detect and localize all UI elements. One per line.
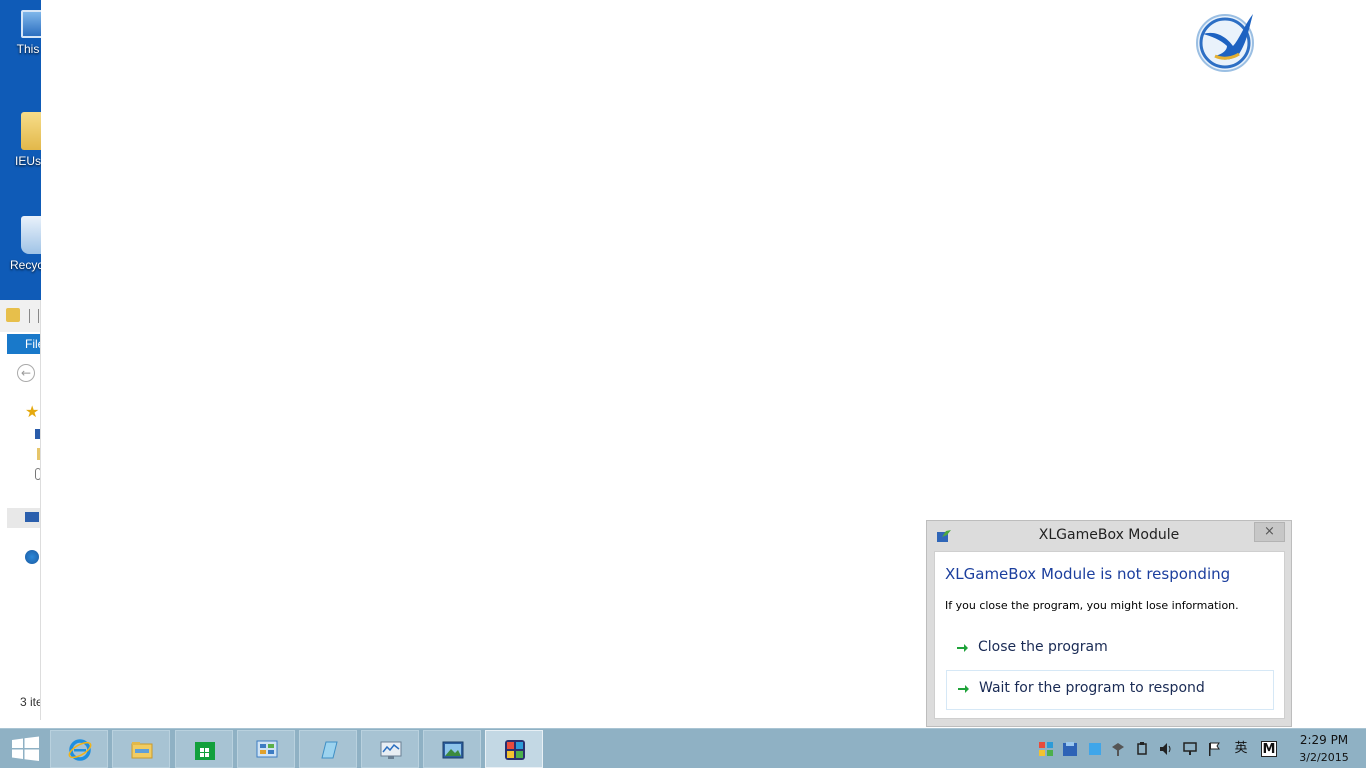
app-tray-icon[interactable]: [1062, 741, 1078, 757]
start-button[interactable]: [0, 729, 50, 768]
file-explorer-window: File ← ★ 3 ite: [0, 300, 41, 720]
taskbar-control-panel[interactable]: [237, 730, 295, 768]
dialog-body: XLGameBox Module is not responding If yo…: [934, 551, 1285, 719]
status-bar-item-count: 3 ite: [20, 695, 41, 709]
clock-date: 3/2/2015: [1299, 751, 1349, 764]
computer-icon: [25, 512, 39, 522]
bird-logo-icon: [1196, 14, 1254, 72]
monitor-icon: [380, 741, 402, 759]
taskbar-file-explorer[interactable]: [112, 730, 170, 768]
folder-icon: [131, 742, 153, 759]
windows-logo-icon: [12, 736, 39, 761]
taskbar-internet-explorer[interactable]: [50, 730, 108, 768]
folder-icon: [6, 308, 20, 322]
dialog-info-text: If you close the program, you might lose…: [945, 599, 1239, 612]
computer-icon: [21, 10, 41, 38]
green-arrow-icon: [957, 644, 968, 652]
divider: [29, 309, 30, 323]
picture-icon: [442, 741, 464, 759]
games-tray-icon[interactable]: [1038, 741, 1054, 757]
control-panel-icon: [256, 740, 278, 758]
notepad-icon: [321, 741, 338, 759]
close-program-option[interactable]: Close the program: [946, 630, 1274, 670]
user-folder-icon: [21, 112, 41, 150]
taskbar-xlgamebox[interactable]: [485, 730, 543, 768]
ribbon: File: [0, 332, 40, 354]
explorer-titlebar: [0, 300, 40, 332]
recycle-bin-icon: [21, 216, 41, 254]
back-arrow-icon[interactable]: ←: [17, 364, 35, 382]
gamebox-icon: [505, 740, 525, 760]
volume-icon[interactable]: [1158, 741, 1174, 757]
desktop: This IEUs Recycl: [0, 0, 41, 300]
green-arrow-icon: [958, 685, 969, 693]
usb-tray-icon[interactable]: [1134, 741, 1150, 757]
wait-for-program-option[interactable]: Wait for the program to respond: [946, 670, 1274, 710]
desktop-icon-this-pc[interactable]: This: [0, 10, 41, 56]
desktop-icon-recycle-bin[interactable]: Recycl: [0, 216, 41, 272]
recent-places-nav-icon[interactable]: [35, 468, 40, 480]
dialog-heading: XLGameBox Module is not responding: [945, 565, 1231, 583]
ie-icon: [68, 739, 92, 761]
m-tray-icon[interactable]: M: [1261, 741, 1277, 757]
desktop-icon-label: This: [16, 42, 40, 56]
desktop-icon-label: Recycl: [9, 258, 41, 272]
network-status-icon[interactable]: [1182, 741, 1198, 757]
dialog-titlebar: XLGameBox Module ×: [927, 521, 1291, 551]
close-button[interactable]: ×: [1254, 522, 1285, 542]
this-pc-nav-item[interactable]: [7, 508, 40, 528]
dialog-title: XLGameBox Module: [1038, 527, 1180, 543]
taskbar-performance[interactable]: [361, 730, 419, 768]
network-icon[interactable]: [25, 550, 39, 564]
network-tray-icon[interactable]: [1110, 741, 1126, 757]
input-method-indicator[interactable]: 英: [1233, 741, 1249, 757]
taskbar-store[interactable]: [175, 730, 233, 768]
clock-time: 2:29 PM: [1299, 733, 1349, 747]
desktop-nav-icon[interactable]: [35, 429, 40, 439]
desktop-icon-label: IEUs: [14, 154, 41, 168]
taskbar: 英 M 2:29 PM 3/2/2015: [0, 728, 1366, 768]
system-clock[interactable]: 2:29 PM 3/2/2015: [1296, 732, 1352, 766]
downloads-nav-icon[interactable]: [37, 448, 40, 460]
taskbar-photos[interactable]: [423, 730, 481, 768]
quick-access-toolbar[interactable]: [38, 309, 40, 323]
store-icon: [195, 742, 215, 760]
taskbar-notepad[interactable]: [299, 730, 357, 768]
desktop-icon-ieuser[interactable]: IEUs: [0, 112, 41, 168]
option-label: Close the program: [978, 639, 1108, 655]
action-center-flag-icon[interactable]: [1206, 741, 1222, 757]
favorites-star-icon[interactable]: ★: [25, 402, 39, 421]
option-label: Wait for the program to respond: [979, 680, 1205, 696]
not-responding-dialog: XLGameBox Module × XLGameBox Module is n…: [926, 520, 1292, 727]
file-tab[interactable]: File: [7, 334, 40, 354]
blue-square-tray-icon[interactable]: [1087, 741, 1103, 757]
